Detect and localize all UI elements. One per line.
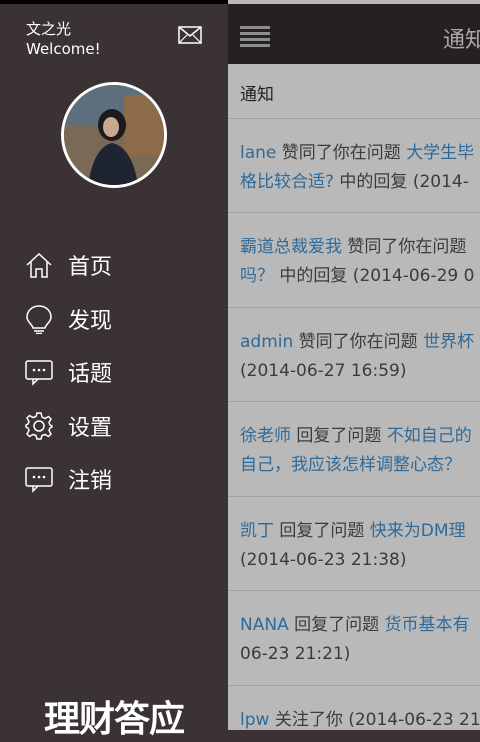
list-item[interactable]: lane 赞同了你在问题 大学生毕 格比较合适? 中的回复 (2014- bbox=[240, 139, 474, 197]
divider bbox=[228, 212, 480, 213]
chat-icon bbox=[25, 467, 53, 493]
feed-question-link[interactable]: 格比较合适? bbox=[240, 172, 334, 192]
chat-icon bbox=[25, 360, 53, 386]
navigation-drawer: 文之光 Welcome! 首页 发现 话题 设置 注销 理财答应 bbox=[0, 4, 228, 740]
divider bbox=[228, 590, 480, 591]
feed-user[interactable]: lane bbox=[240, 143, 276, 163]
page-title: 通知 bbox=[443, 28, 480, 53]
feed-user[interactable]: NANA bbox=[240, 615, 289, 635]
list-item[interactable]: NANA 回复了问题 货币基本有 06-23 21:21) bbox=[240, 611, 470, 669]
divider bbox=[228, 118, 480, 119]
feed-question-link[interactable]: 吗？ bbox=[240, 266, 274, 286]
lightbulb-icon bbox=[26, 305, 52, 334]
feed-user[interactable]: 徐老师 bbox=[240, 426, 291, 446]
divider bbox=[228, 496, 480, 497]
divider bbox=[228, 685, 480, 686]
app-logo: 理财答应 bbox=[44, 699, 185, 740]
nav-item-discover[interactable]: 发现 bbox=[24, 301, 214, 337]
nav-item-settings[interactable]: 设置 bbox=[24, 408, 214, 444]
feed-question-link[interactable]: 世界杯 bbox=[423, 332, 474, 352]
avatar[interactable] bbox=[61, 82, 167, 188]
feed-question-link[interactable]: 自己，我应该怎样调整心态？ bbox=[240, 455, 461, 475]
feed-question-link[interactable]: 不如自己的 bbox=[387, 426, 472, 446]
feed-question-link[interactable]: 大学生毕 bbox=[406, 143, 474, 163]
feed-user[interactable]: 霸道总裁爱我 bbox=[240, 237, 342, 257]
home-icon bbox=[26, 252, 52, 278]
divider bbox=[228, 401, 480, 402]
mail-icon[interactable] bbox=[178, 26, 202, 44]
list-item[interactable]: 凯丁 回复了问题 快来为DM理 (2014-06-23 21:38) bbox=[240, 517, 466, 575]
nav-item-home[interactable]: 首页 bbox=[24, 247, 214, 283]
welcome-text: Welcome! bbox=[26, 40, 101, 58]
section-title: 通知 bbox=[240, 85, 274, 105]
divider bbox=[228, 307, 480, 308]
feed-question-link[interactable]: 快来为DM理 bbox=[370, 521, 466, 541]
nav-item-topics[interactable]: 话题 bbox=[24, 354, 214, 390]
list-item[interactable]: 徐老师 回复了问题 不如自己的 自己，我应该怎样调整心态？ bbox=[240, 422, 472, 480]
top-app-bar: 通知 bbox=[228, 4, 480, 64]
feed-user[interactable]: lpw bbox=[240, 710, 269, 730]
list-item[interactable]: lpw 关注了你 (2014-06-23 21 bbox=[240, 706, 480, 730]
menu-list-icon[interactable] bbox=[240, 26, 270, 48]
user-name: 文之光 bbox=[26, 20, 72, 38]
feed-user[interactable]: admin bbox=[240, 332, 293, 352]
list-item[interactable]: admin 赞同了你在问题 世界杯 (2014-06-27 16:59) bbox=[240, 328, 474, 386]
gear-icon bbox=[25, 412, 53, 440]
notification-page: 通知 通知 lane 赞同了你在问题 大学生毕 格比较合适? 中的回复 (201… bbox=[228, 0, 480, 730]
avatar-photo bbox=[64, 85, 164, 185]
feed-user[interactable]: 凯丁 bbox=[240, 521, 274, 541]
nav-item-logout[interactable]: 注销 bbox=[24, 461, 214, 497]
list-item[interactable]: 霸道总裁爱我 赞同了你在问题 吗？ 中的回复 (2014-06-29 0 bbox=[240, 233, 474, 291]
feed-question-link[interactable]: 货币基本有 bbox=[385, 615, 470, 635]
